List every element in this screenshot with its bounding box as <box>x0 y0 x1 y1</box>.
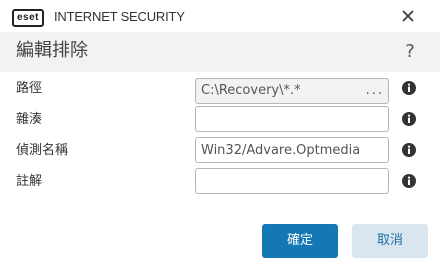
path-label: 路徑 <box>16 81 43 96</box>
hash-input[interactable] <box>195 106 389 132</box>
path-value: C:\Recovery\*.* <box>201 83 301 98</box>
comment-input[interactable] <box>195 168 389 194</box>
info-icon[interactable] <box>402 81 416 95</box>
page-title: 編輯排除 <box>16 40 88 61</box>
detection-name-label: 偵測名稱 <box>16 143 69 158</box>
path-field[interactable]: C:\Recovery\*.* ... <box>195 78 389 104</box>
close-icon <box>402 10 414 22</box>
ok-button[interactable]: 確定 <box>262 224 338 258</box>
dialog-header: 編輯排除 ? <box>0 32 440 72</box>
comment-label: 註解 <box>16 174 43 189</box>
brand-logo: eset <box>12 9 45 27</box>
detection-name-input[interactable] <box>195 137 389 163</box>
info-icon[interactable] <box>402 112 416 126</box>
close-button[interactable] <box>396 4 420 28</box>
product-name: INTERNET SECURITY <box>54 9 185 24</box>
help-button[interactable]: ? <box>402 40 418 64</box>
info-icon[interactable] <box>402 174 416 188</box>
title-bar: eset INTERNET SECURITY <box>0 0 440 32</box>
browse-button[interactable]: ... <box>366 79 384 103</box>
hash-label: 雜湊 <box>16 112 43 127</box>
cancel-button[interactable]: 取消 <box>352 224 428 258</box>
info-icon[interactable] <box>402 143 416 157</box>
